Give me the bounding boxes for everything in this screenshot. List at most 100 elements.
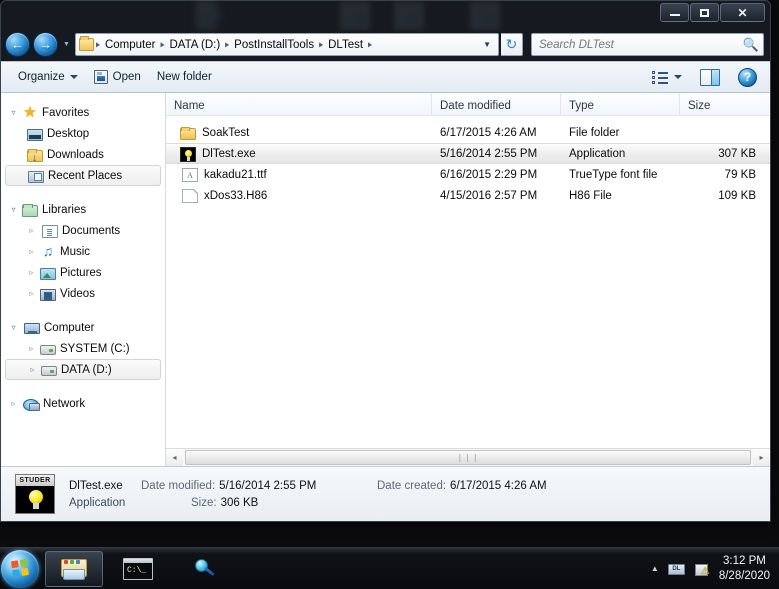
- recent-places-icon: [28, 170, 44, 183]
- sidebar-group-favorites[interactable]: ▿ Favorites: [1, 102, 165, 123]
- file-name-cell[interactable]: xDos33.H86: [166, 188, 432, 203]
- recent-locations-caret-icon[interactable]: ▼: [61, 41, 72, 48]
- scrollbar-track[interactable]: ❘❘❘: [183, 449, 753, 466]
- change-view-button[interactable]: [645, 66, 689, 89]
- show-hidden-icons-button[interactable]: ▲: [651, 564, 659, 573]
- sidebar-group-label: Network: [43, 397, 86, 410]
- sidebar-item-label: DATA (D:): [61, 363, 112, 376]
- details-pane: STUDER DlTest.exe Date modified: 5/16/20…: [1, 466, 770, 521]
- file-name-cell[interactable]: SoakTest: [166, 125, 432, 140]
- chevron-collapsed-icon[interactable]: ▹: [9, 399, 18, 408]
- minimize-button[interactable]: [660, 3, 689, 22]
- forward-button[interactable]: [33, 32, 58, 57]
- navigation-pane[interactable]: ▿ Favorites Desktop Downloads Recent Pla…: [1, 93, 166, 466]
- chevron-expanded-icon[interactable]: ▿: [9, 205, 18, 214]
- search-icon[interactable]: 🔍: [740, 37, 759, 53]
- help-button[interactable]: ?: [731, 64, 764, 91]
- studer-badge-label: STUDER: [16, 475, 54, 486]
- open-application-icon: [93, 70, 108, 84]
- scroll-left-button[interactable]: ◂: [166, 449, 183, 466]
- search-box[interactable]: 🔍: [531, 33, 764, 56]
- scrollbar-thumb[interactable]: ❘❘❘: [185, 450, 751, 465]
- sidebar-item-downloads[interactable]: Downloads: [1, 144, 165, 165]
- folder-icon: [180, 127, 196, 140]
- refresh-button[interactable]: ↻: [501, 33, 523, 56]
- title-bar[interactable]: ✕: [1, 1, 770, 28]
- sidebar-item-documents[interactable]: ▹ Documents: [1, 220, 165, 241]
- breadcrumb-item-computer[interactable]: Computer: [101, 38, 160, 52]
- documents-icon: [42, 224, 58, 238]
- breadcrumb-separator[interactable]: ▸: [367, 39, 373, 50]
- column-header-name[interactable]: Name: [166, 93, 432, 115]
- breadcrumb-item-dltest[interactable]: DLTest: [324, 38, 367, 52]
- chevron-collapsed-icon[interactable]: ▹: [27, 289, 36, 298]
- music-icon: [40, 244, 56, 259]
- chevron-collapsed-icon[interactable]: ▹: [27, 226, 36, 235]
- chevron-expanded-icon[interactable]: ▿: [9, 108, 18, 117]
- table-row[interactable]: SoakTest 6/17/2015 4:26 AM File folder: [166, 122, 770, 143]
- search-input[interactable]: [539, 38, 740, 51]
- scroll-right-button[interactable]: ▸: [753, 449, 770, 466]
- preview-pane-icon: [700, 68, 720, 86]
- breadcrumb-separator[interactable]: ▸: [318, 39, 324, 50]
- breadcrumb-separator[interactable]: ▸: [159, 39, 165, 50]
- chevron-collapsed-icon[interactable]: ▹: [27, 247, 36, 256]
- open-button[interactable]: Open: [87, 66, 148, 88]
- sidebar-item-pictures[interactable]: ▹ Pictures: [1, 262, 165, 283]
- column-header-date-modified[interactable]: Date modified: [432, 93, 561, 115]
- sidebar-item-system-c[interactable]: ▹ SYSTEM (C:): [1, 338, 165, 359]
- sidebar-item-desktop[interactable]: Desktop: [1, 123, 165, 144]
- chevron-expanded-icon[interactable]: ▿: [9, 323, 18, 332]
- file-date-cell: 4/15/2016 2:57 PM: [440, 189, 538, 202]
- sidebar-item-label: Documents: [62, 224, 121, 237]
- file-name-label: DlTest.exe: [202, 147, 256, 160]
- windows-logo-icon: [10, 559, 29, 578]
- file-name-cell[interactable]: kakadu21.ttf: [166, 167, 432, 182]
- sidebar-item-recent-places[interactable]: Recent Places: [5, 165, 161, 186]
- sidebar-item-data-d[interactable]: ▹ DATA (D:): [5, 359, 161, 380]
- back-button[interactable]: [5, 32, 30, 57]
- window-controls: ✕: [660, 3, 765, 22]
- preview-pane-button[interactable]: [693, 65, 727, 90]
- organize-button[interactable]: Organize: [11, 67, 85, 87]
- close-button[interactable]: ✕: [720, 3, 765, 22]
- file-type-cell: H86 File: [569, 189, 612, 202]
- pictures-icon: [40, 267, 56, 280]
- action-center-warning-icon[interactable]: [694, 563, 710, 577]
- maximize-button[interactable]: [690, 3, 719, 22]
- breadcrumb-separator[interactable]: ▸: [95, 39, 101, 50]
- dl-tray-icon[interactable]: [667, 564, 685, 575]
- chevron-collapsed-icon[interactable]: ▹: [27, 268, 36, 277]
- table-row[interactable]: kakadu21.ttf 6/16/2015 2:29 PM TrueType …: [166, 164, 770, 185]
- start-button[interactable]: [1, 549, 39, 588]
- table-row[interactable]: DlTest.exe 5/16/2014 2:55 PM Application…: [166, 143, 770, 164]
- sidebar-item-music[interactable]: ▹ Music: [1, 241, 165, 262]
- details-date-modified: Date modified: 5/16/2014 2:55 PM: [141, 480, 377, 492]
- sidebar-group-libraries[interactable]: ▿ Libraries: [1, 199, 165, 220]
- taskbar-item-windows-explorer[interactable]: [45, 550, 103, 587]
- sidebar-group-computer[interactable]: ▿ Computer: [1, 317, 165, 338]
- chevron-collapsed-icon[interactable]: ▹: [27, 344, 36, 353]
- taskbar-item-network-search[interactable]: [173, 551, 231, 587]
- column-header-type[interactable]: Type: [561, 93, 680, 115]
- breadcrumb-item-data[interactable]: DATA (D:): [165, 38, 224, 52]
- breadcrumb-separator[interactable]: ▸: [224, 39, 230, 50]
- file-list[interactable]: SoakTest 6/17/2015 4:26 AM File folder D…: [166, 116, 770, 448]
- breadcrumb-item-postinstalltools[interactable]: PostInstallTools: [230, 38, 318, 52]
- command-prompt-icon: [123, 557, 153, 580]
- column-header-size[interactable]: Size: [680, 93, 770, 115]
- file-name-cell[interactable]: DlTest.exe: [166, 146, 432, 162]
- sidebar-group-network[interactable]: ▹ Network: [1, 393, 165, 414]
- table-row[interactable]: xDos33.H86 4/15/2016 2:57 PM H86 File 10…: [166, 185, 770, 206]
- chevron-down-icon[interactable]: ▼: [480, 40, 496, 49]
- sidebar-item-videos[interactable]: ▹ Videos: [1, 283, 165, 304]
- clock[interactable]: 3:12 PM 8/28/2020: [717, 554, 770, 584]
- file-size-cell: 109 KB: [718, 189, 756, 202]
- horizontal-scrollbar[interactable]: ◂ ❘❘❘ ▸: [166, 448, 770, 466]
- taskbar-item-command-prompt[interactable]: [109, 551, 167, 587]
- chevron-collapsed-icon[interactable]: ▹: [28, 365, 37, 374]
- chevron-down-icon: [674, 75, 682, 79]
- breadcrumb-bar[interactable]: ▸ Computer ▸ DATA (D:) ▸ PostInstallTool…: [74, 33, 499, 56]
- new-folder-button[interactable]: New folder: [150, 67, 219, 87]
